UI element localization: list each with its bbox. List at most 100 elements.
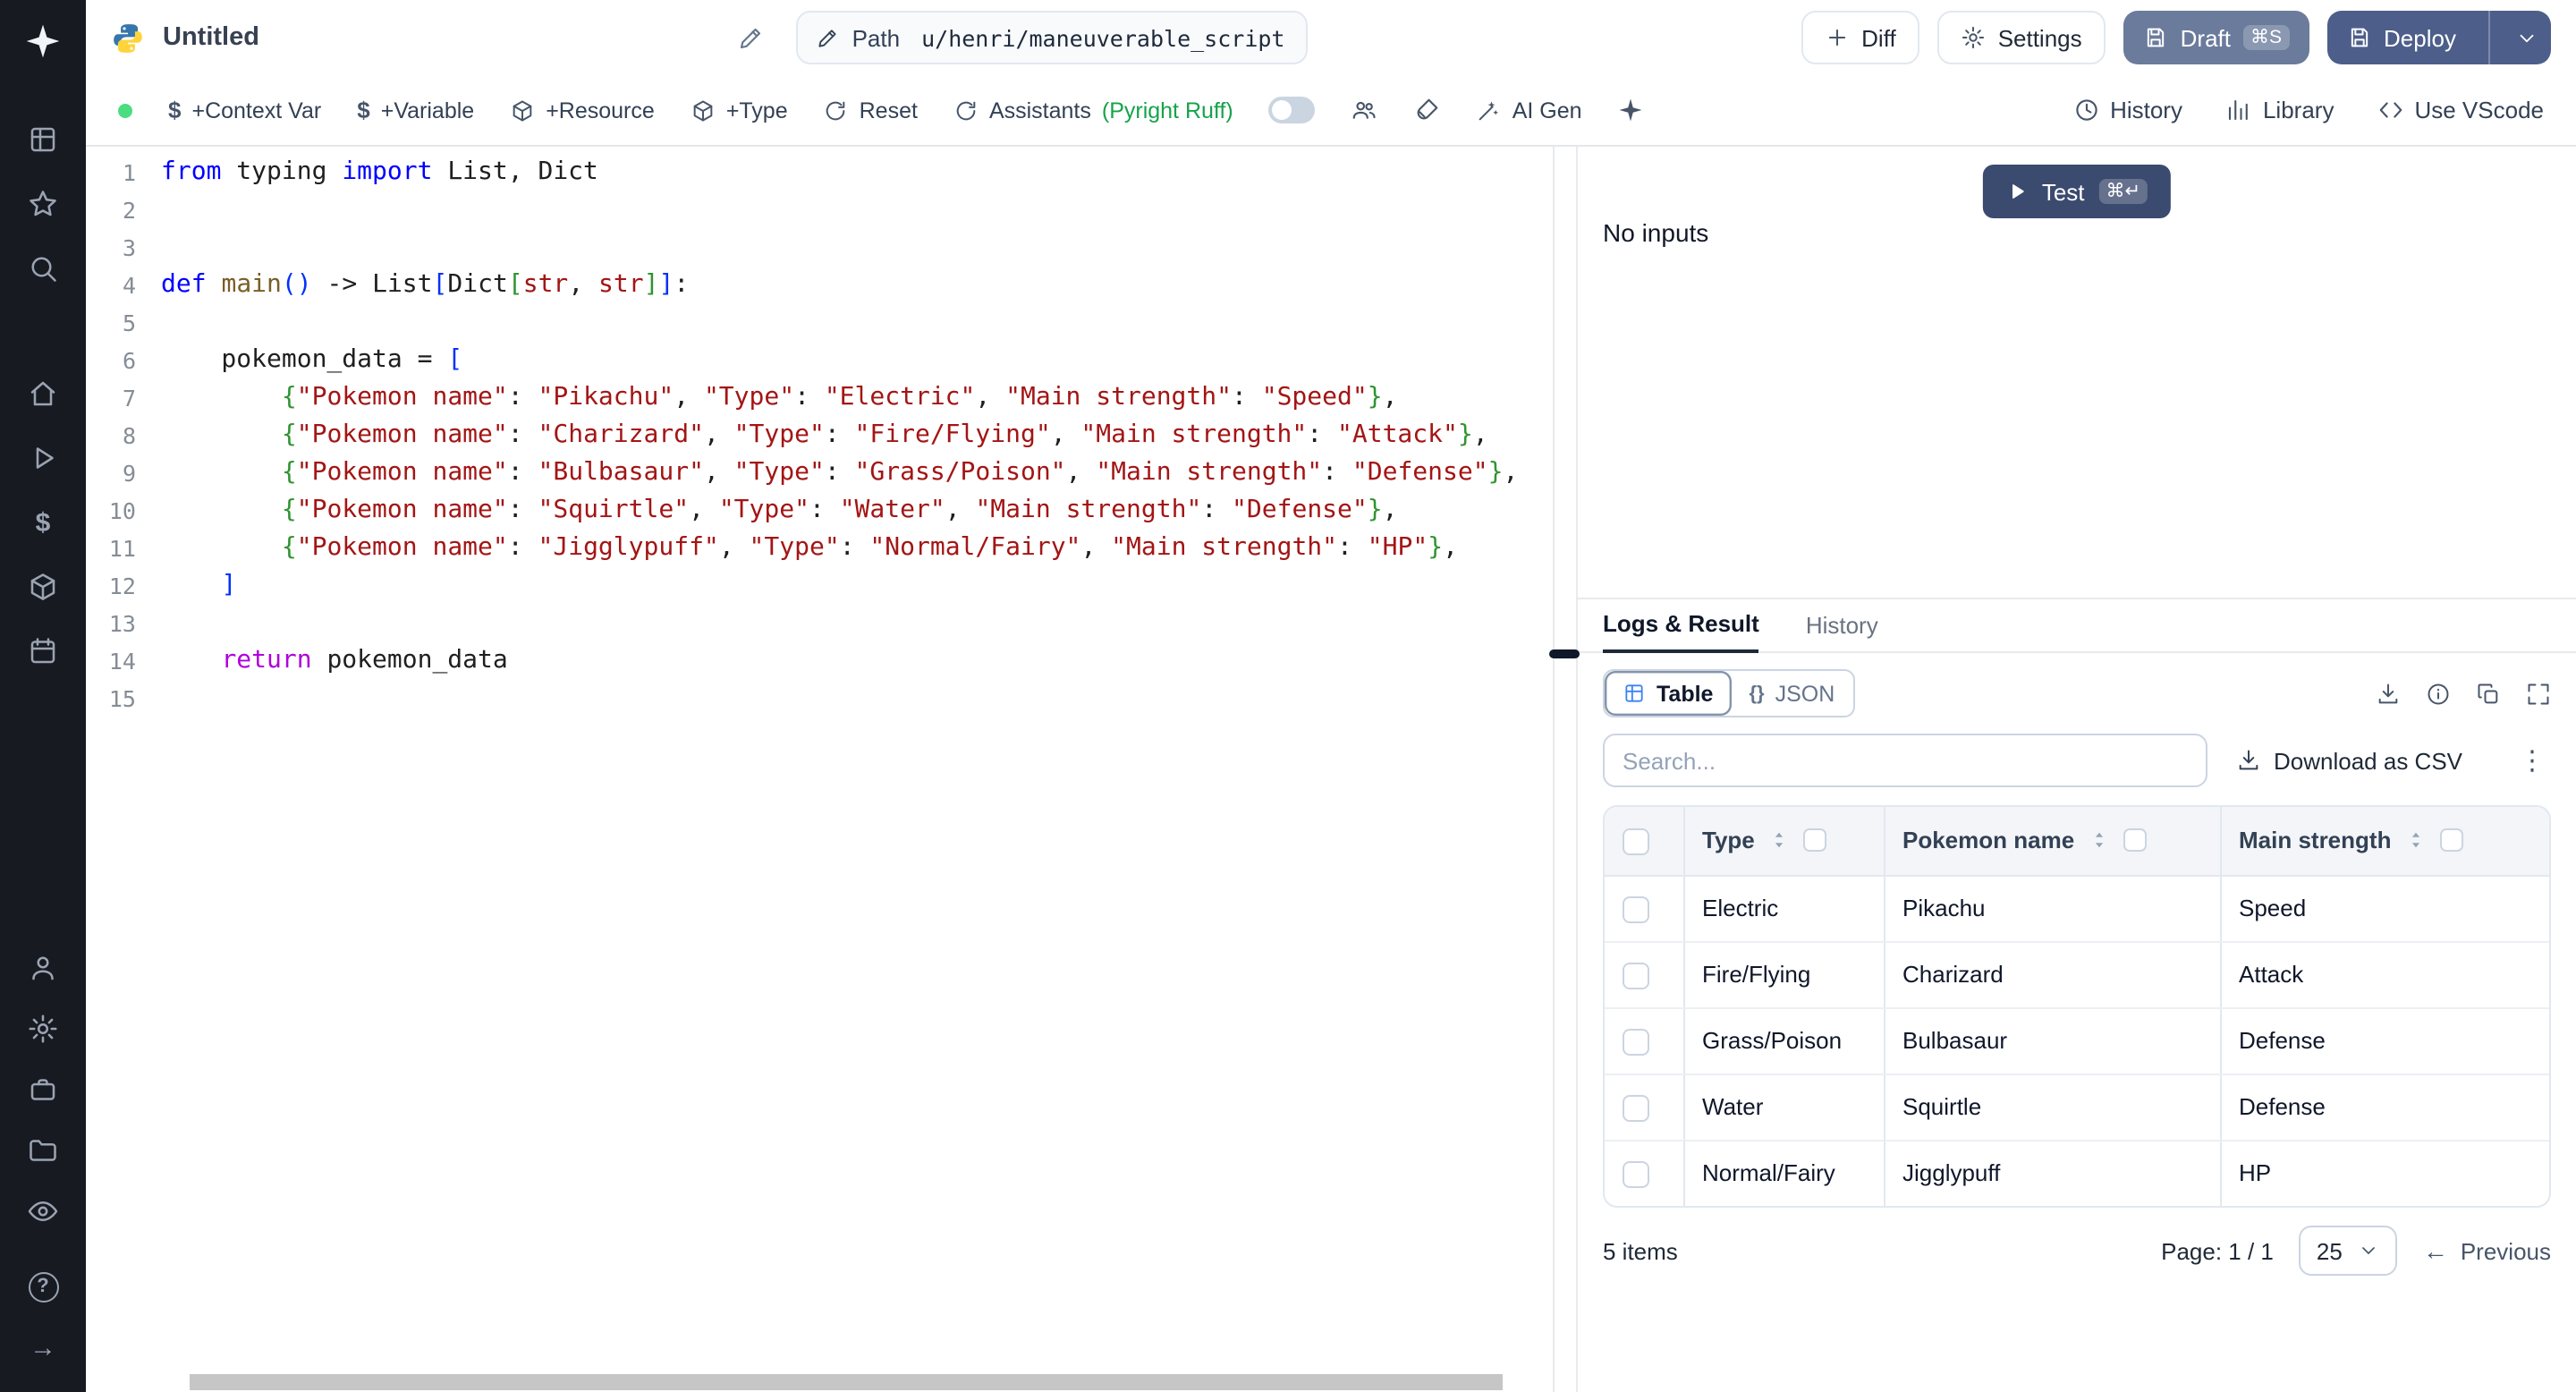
schedules-calendar-icon[interactable] bbox=[7, 619, 79, 683]
view-json-button[interactable]: {} JSON bbox=[1731, 671, 1853, 716]
column-checkbox[interactable] bbox=[2123, 828, 2147, 853]
reset-button[interactable]: Reset bbox=[824, 98, 918, 123]
column-header-pokemon-name: Pokemon name bbox=[1902, 827, 2075, 854]
windmill-logo-icon[interactable] bbox=[23, 21, 63, 64]
apps-grid-icon[interactable] bbox=[7, 107, 79, 172]
page-size-select[interactable]: 25 bbox=[2298, 1226, 2398, 1276]
play-icon bbox=[2006, 181, 2028, 202]
tab-logs-result[interactable]: Logs & Result bbox=[1603, 610, 1759, 653]
download-csv-button[interactable]: Download as CSV bbox=[2236, 747, 2462, 774]
settings-gear-icon[interactable] bbox=[7, 998, 79, 1059]
assistants-button[interactable]: Assistants (Pyright Ruff) bbox=[953, 98, 1233, 123]
table-row: Electric Pikachu Speed bbox=[1605, 875, 2549, 942]
table-cell: Bulbasaur bbox=[1884, 1007, 2221, 1074]
deploy-dropdown[interactable] bbox=[2503, 11, 2551, 64]
edit-pencil-icon[interactable] bbox=[738, 24, 765, 51]
result-table: Type Pokemon name Main strength Electric… bbox=[1603, 805, 2551, 1208]
deploy-button[interactable]: Deploy bbox=[2326, 11, 2551, 64]
table-grid-icon bbox=[1623, 682, 1646, 705]
gear-icon bbox=[1961, 25, 1986, 50]
sort-icon[interactable] bbox=[2089, 829, 2108, 853]
multiplayer-users-icon[interactable] bbox=[1352, 97, 1378, 123]
library-button[interactable]: Library bbox=[2225, 97, 2334, 123]
code-line[interactable]: 15 bbox=[86, 680, 1553, 717]
table-cell: Pikachu bbox=[1884, 875, 2221, 942]
dollar-icon: $ bbox=[357, 97, 370, 123]
copy-icon[interactable] bbox=[2476, 681, 2501, 706]
line-number: 3 bbox=[122, 234, 136, 261]
code-line[interactable]: 13 bbox=[86, 605, 1553, 642]
code-line[interactable]: 14 return pokemon_data bbox=[86, 642, 1553, 680]
pane-resize-handle[interactable] bbox=[1549, 649, 1580, 658]
column-header-type: Type bbox=[1702, 827, 1755, 854]
workers-briefcase-icon[interactable] bbox=[7, 1059, 79, 1120]
favorites-star-icon[interactable] bbox=[7, 172, 79, 236]
path-field[interactable]: Path u/henri/maneuverable_script bbox=[796, 11, 1309, 64]
row-checkbox[interactable] bbox=[1623, 1160, 1649, 1188]
collapse-sidebar-arrow-icon[interactable]: → bbox=[7, 1317, 79, 1378]
code-line[interactable]: 4 def main() -> List[Dict[str, str]]: bbox=[86, 267, 1553, 304]
view-toggle: Table {} JSON bbox=[1603, 669, 1855, 717]
add-resource-button[interactable]: +Resource bbox=[510, 98, 655, 123]
add-context-var-button[interactable]: $ +Context Var bbox=[168, 97, 321, 123]
variables-dollar-icon[interactable]: $ bbox=[7, 490, 79, 555]
code-line[interactable]: 11 {"Pokemon name": "Jigglypuff", "Type"… bbox=[86, 530, 1553, 567]
code-line[interactable]: 1 from typing import List, Dict bbox=[86, 154, 1553, 191]
download-icon[interactable] bbox=[2376, 681, 2401, 706]
table-header-row: Type Pokemon name Main strength bbox=[1605, 807, 2549, 876]
column-checkbox[interactable] bbox=[2439, 828, 2463, 853]
row-checkbox[interactable] bbox=[1623, 1094, 1649, 1122]
ai-gen-button[interactable]: AI Gen bbox=[1477, 98, 1582, 123]
info-icon[interactable] bbox=[2426, 681, 2451, 706]
pane-divider bbox=[1549, 147, 1580, 1392]
runs-play-icon[interactable] bbox=[7, 426, 79, 490]
table-cell: Squirtle bbox=[1884, 1074, 2221, 1141]
diff-button[interactable]: Diff bbox=[1801, 11, 1919, 64]
tab-history[interactable]: History bbox=[1806, 612, 1878, 651]
code-line[interactable]: 9 {"Pokemon name": "Bulbasaur", "Type": … bbox=[86, 454, 1553, 492]
folders-icon[interactable] bbox=[7, 1120, 79, 1181]
code-brackets-icon bbox=[2377, 97, 2403, 123]
code-line[interactable]: 8 {"Pokemon name": "Charizard", "Type": … bbox=[86, 417, 1553, 454]
help-icon[interactable]: ? bbox=[7, 1256, 79, 1317]
code-line[interactable]: 10 {"Pokemon name": "Squirtle", "Type": … bbox=[86, 492, 1553, 530]
kebab-menu-icon[interactable]: ⋮ bbox=[2513, 744, 2551, 777]
add-variable-button[interactable]: $ +Variable bbox=[357, 97, 474, 123]
test-button[interactable]: Test ⌘↵ bbox=[1982, 165, 2172, 218]
code-line[interactable]: 7 {"Pokemon name": "Pikachu", "Type": "E… bbox=[86, 379, 1553, 417]
assistants-toggle[interactable] bbox=[1268, 97, 1316, 123]
draft-button[interactable]: Draft ⌘S bbox=[2123, 11, 2309, 64]
user-icon[interactable] bbox=[7, 938, 79, 998]
search-icon[interactable] bbox=[7, 236, 79, 301]
editor-horizontal-scrollbar[interactable] bbox=[190, 1374, 1503, 1390]
code-line[interactable]: 5 bbox=[86, 304, 1553, 342]
path-pencil-icon bbox=[817, 26, 840, 49]
use-vscode-button[interactable]: Use VScode bbox=[2377, 97, 2544, 123]
sparkle-icon[interactable] bbox=[1618, 97, 1645, 123]
code-editor[interactable]: 1 from typing import List, Dict 2 3 4 def mai… bbox=[86, 147, 1553, 1392]
code-line[interactable]: 6 pokemon_data = [ bbox=[86, 342, 1553, 379]
previous-page-button[interactable]: ← Previous bbox=[2423, 1236, 2551, 1265]
resources-cube-icon[interactable] bbox=[7, 555, 79, 619]
search-input[interactable] bbox=[1603, 734, 2207, 787]
sort-icon[interactable] bbox=[1769, 829, 1789, 853]
select-all-checkbox[interactable] bbox=[1623, 828, 1649, 855]
row-checkbox[interactable] bbox=[1623, 1028, 1649, 1056]
row-checkbox[interactable] bbox=[1623, 895, 1649, 923]
view-table-button[interactable]: Table bbox=[1605, 671, 1732, 716]
bars-icon bbox=[2225, 97, 2252, 123]
row-checkbox[interactable] bbox=[1623, 962, 1649, 989]
code-line[interactable]: 2 bbox=[86, 191, 1553, 229]
settings-button[interactable]: Settings bbox=[1936, 11, 2106, 64]
sort-icon[interactable] bbox=[2405, 829, 2425, 853]
table-cell: Grass/Poison bbox=[1683, 1007, 1885, 1074]
expand-icon[interactable] bbox=[2526, 681, 2551, 706]
audit-eye-icon[interactable] bbox=[7, 1181, 79, 1242]
home-icon[interactable] bbox=[7, 361, 79, 426]
add-type-button[interactable]: +Type bbox=[691, 98, 788, 123]
column-checkbox[interactable] bbox=[1802, 828, 1826, 853]
history-button[interactable]: History bbox=[2072, 97, 2182, 123]
code-line[interactable]: 12 ] bbox=[86, 567, 1553, 605]
format-brush-icon[interactable] bbox=[1414, 97, 1441, 123]
code-line[interactable]: 3 bbox=[86, 229, 1553, 267]
